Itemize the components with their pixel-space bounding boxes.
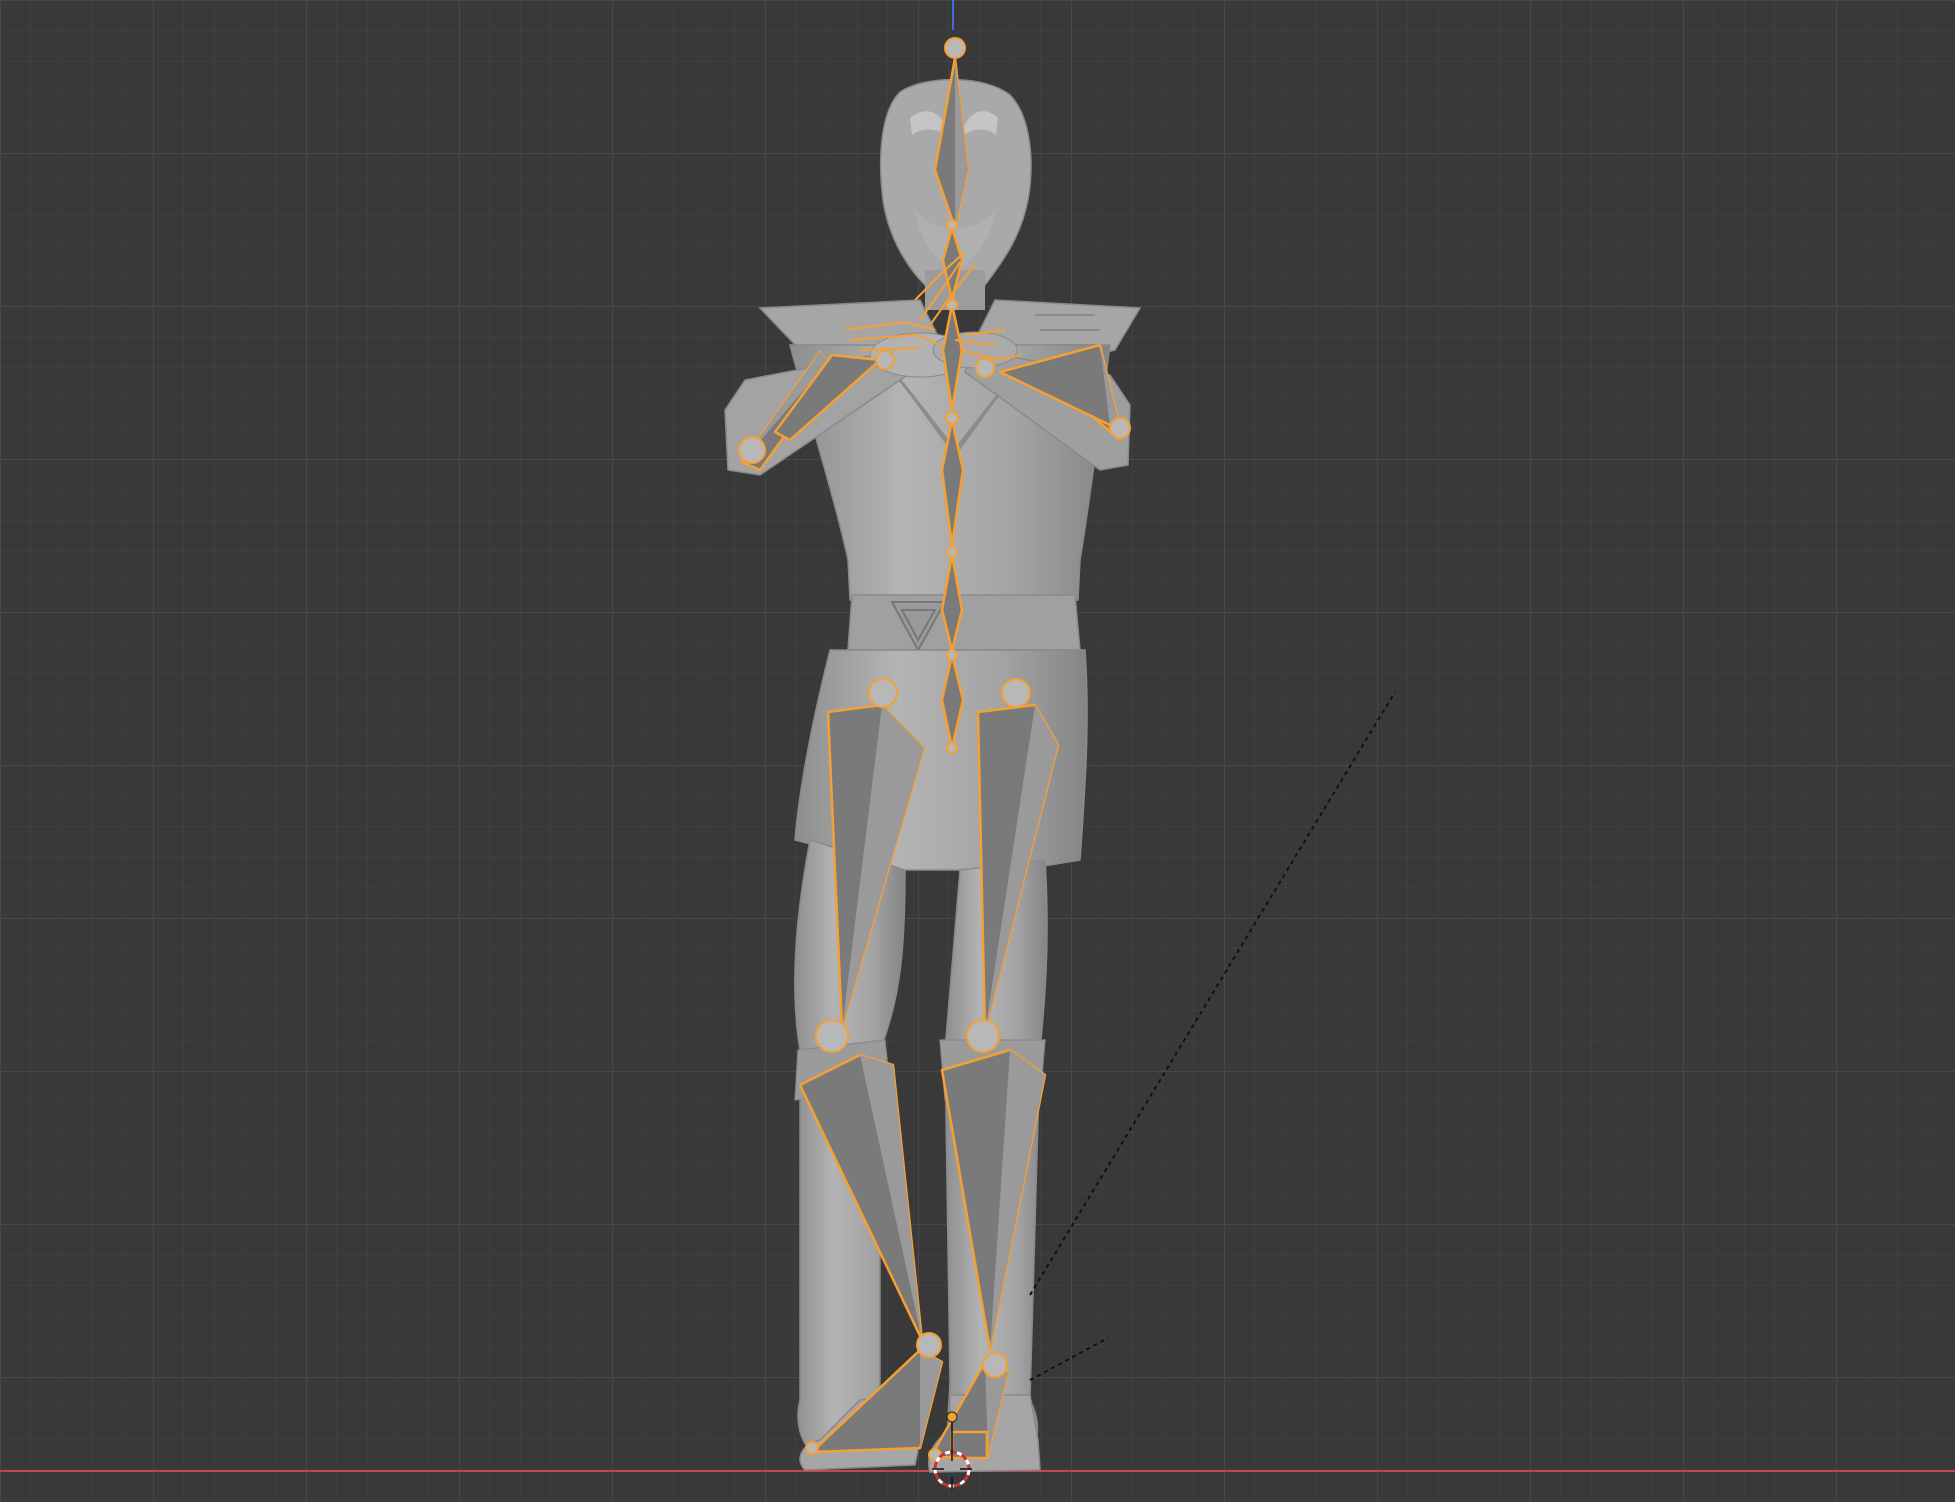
joint-toe-left[interactable] [805, 1441, 819, 1455]
3d-viewport[interactable] [0, 0, 1955, 1502]
joint-knee-right[interactable] [966, 1019, 1000, 1053]
joint-neck[interactable] [946, 219, 958, 231]
joint-elbow-right[interactable] [1109, 417, 1131, 439]
joint-ankle-left[interactable] [916, 1332, 942, 1358]
joint-chest[interactable] [946, 299, 958, 311]
object-origin-icon[interactable] [946, 1411, 958, 1423]
viewport-canvas[interactable] [0, 0, 1955, 1502]
joint-head-tip[interactable] [944, 37, 966, 59]
joint-hand-left[interactable] [875, 350, 895, 370]
joint-hip-left[interactable] [868, 678, 898, 708]
joint-ankle-right[interactable] [982, 1352, 1008, 1378]
joint-hand-right[interactable] [975, 358, 995, 378]
joint-spine-upper[interactable] [945, 411, 959, 425]
joint-pelvis[interactable] [946, 649, 958, 661]
joint-hips-tail[interactable] [946, 742, 958, 754]
joint-spine-lower[interactable] [946, 546, 958, 558]
joint-hip-right[interactable] [1001, 678, 1031, 708]
joint-elbow-left[interactable] [738, 436, 766, 464]
joint-knee-left[interactable] [815, 1019, 849, 1053]
